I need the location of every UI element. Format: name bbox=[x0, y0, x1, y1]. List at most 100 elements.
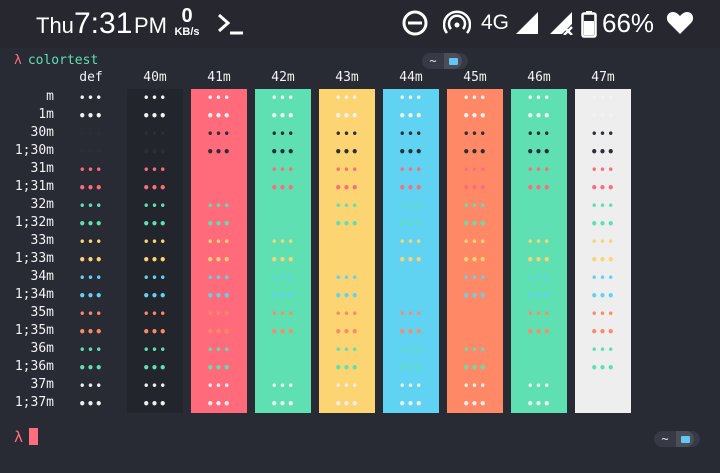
column-header: 42m bbox=[271, 70, 295, 85]
column-header: 45m bbox=[463, 70, 487, 85]
color-sample: ••• bbox=[334, 145, 360, 159]
color-sample: ••• bbox=[590, 325, 616, 339]
color-sample: ••• bbox=[142, 163, 168, 177]
color-sample: ••• bbox=[78, 163, 104, 177]
color-sample: ••• bbox=[398, 253, 424, 267]
color-sample: ••• bbox=[334, 289, 360, 303]
color-sample: ••• bbox=[206, 199, 232, 213]
color-sample: ••• bbox=[398, 343, 424, 357]
color-sample: ••• bbox=[398, 163, 424, 177]
color-sample: ••• bbox=[78, 145, 104, 159]
color-sample: ••• bbox=[526, 271, 552, 285]
color-sample: ••• bbox=[334, 217, 360, 231]
color-sample: ••• bbox=[398, 235, 424, 249]
color-sample: ••• bbox=[398, 217, 424, 231]
color-sample: ••• bbox=[78, 325, 104, 339]
color-sample: ••• bbox=[398, 307, 424, 321]
color-sample: ••• bbox=[526, 361, 552, 375]
row-label: 36m bbox=[30, 341, 54, 356]
color-sample: ••• bbox=[462, 91, 488, 105]
row-label: m bbox=[46, 89, 54, 104]
color-sample: ••• bbox=[590, 289, 616, 303]
color-sample: ••• bbox=[270, 271, 296, 285]
color-sample: ••• bbox=[526, 109, 552, 123]
color-sample: ••• bbox=[206, 397, 232, 411]
color-sample: ••• bbox=[334, 163, 360, 177]
color-sample: ••• bbox=[270, 109, 296, 123]
color-sample: ••• bbox=[334, 253, 360, 267]
color-sample: ••• bbox=[526, 397, 552, 411]
color-sample: ••• bbox=[462, 271, 488, 285]
color-sample: ••• bbox=[334, 325, 360, 339]
color-sample: ••• bbox=[462, 397, 488, 411]
color-sample: ••• bbox=[206, 271, 232, 285]
text-cursor bbox=[29, 428, 39, 445]
column-header: def bbox=[79, 70, 103, 85]
color-sample: ••• bbox=[334, 307, 360, 321]
row-label: 31m bbox=[30, 161, 54, 176]
folder-icon bbox=[444, 53, 462, 69]
color-sample: ••• bbox=[142, 109, 168, 123]
color-sample: ••• bbox=[206, 145, 232, 159]
color-sample: ••• bbox=[78, 379, 104, 393]
color-sample: ••• bbox=[142, 271, 168, 285]
directory-badge: ~ bbox=[422, 53, 468, 69]
row-label: 1;31m bbox=[14, 179, 54, 194]
folder-icon bbox=[676, 431, 694, 447]
color-sample: ••• bbox=[398, 397, 424, 411]
color-sample: ••• bbox=[206, 109, 232, 123]
color-sample: ••• bbox=[526, 181, 552, 195]
color-sample: ••• bbox=[526, 163, 552, 177]
color-sample: ••• bbox=[462, 109, 488, 123]
color-sample: ••• bbox=[526, 379, 552, 393]
color-sample: ••• bbox=[270, 325, 296, 339]
color-sample: ••• bbox=[142, 289, 168, 303]
color-sample: ••• bbox=[206, 235, 232, 249]
status-ampm: PM bbox=[134, 13, 167, 38]
column-header: 40m bbox=[143, 70, 167, 85]
color-sample: ••• bbox=[206, 91, 232, 105]
battery-percent: 66% bbox=[602, 8, 655, 38]
terminal-window[interactable]: λ colortest ~ def 40m 41m 42m 43m 44m 45m 46m 47m… bbox=[0, 48, 720, 473]
network-speed-unit: KB/s bbox=[174, 26, 200, 38]
color-sample: ••• bbox=[142, 127, 168, 141]
color-sample: ••• bbox=[398, 325, 424, 339]
color-sample: ••• bbox=[142, 217, 168, 231]
color-sample: ••• bbox=[398, 109, 424, 123]
status-time: 7:31 bbox=[74, 7, 133, 40]
color-sample: ••• bbox=[334, 397, 360, 411]
column-header: 47m bbox=[591, 70, 615, 85]
active-prompt[interactable]: λ bbox=[14, 428, 39, 446]
color-sample: ••• bbox=[206, 253, 232, 267]
battery-icon bbox=[581, 10, 597, 43]
row-label: 30m bbox=[30, 125, 54, 140]
hotspot-icon bbox=[442, 9, 472, 42]
color-sample: ••• bbox=[590, 91, 616, 105]
color-sample: ••• bbox=[334, 181, 360, 195]
color-sample: ••• bbox=[462, 235, 488, 249]
color-sample: ••• bbox=[78, 127, 104, 141]
color-sample: ••• bbox=[78, 91, 104, 105]
color-sample: ••• bbox=[270, 145, 296, 159]
color-sample: ••• bbox=[462, 361, 488, 375]
color-sample: ••• bbox=[142, 181, 168, 195]
row-label: 1m bbox=[38, 107, 54, 122]
status-day: Thu bbox=[36, 13, 74, 38]
color-sample: ••• bbox=[590, 307, 616, 321]
signal-icon bbox=[514, 11, 540, 40]
column-header: 44m bbox=[399, 70, 423, 85]
color-sample: ••• bbox=[462, 181, 488, 195]
color-sample: ••• bbox=[398, 181, 424, 195]
prompt-symbol: λ bbox=[14, 53, 22, 68]
prompt-symbol: λ bbox=[14, 428, 24, 446]
color-sample: ••• bbox=[590, 235, 616, 249]
color-sample: ••• bbox=[142, 343, 168, 357]
color-sample: ••• bbox=[398, 379, 424, 393]
color-sample: ••• bbox=[590, 181, 616, 195]
color-sample: ••• bbox=[270, 217, 296, 231]
color-sample: ••• bbox=[462, 343, 488, 357]
row-label: 35m bbox=[30, 305, 54, 320]
color-sample: ••• bbox=[142, 91, 168, 105]
color-sample: ••• bbox=[206, 307, 232, 321]
color-sample: ••• bbox=[270, 163, 296, 177]
